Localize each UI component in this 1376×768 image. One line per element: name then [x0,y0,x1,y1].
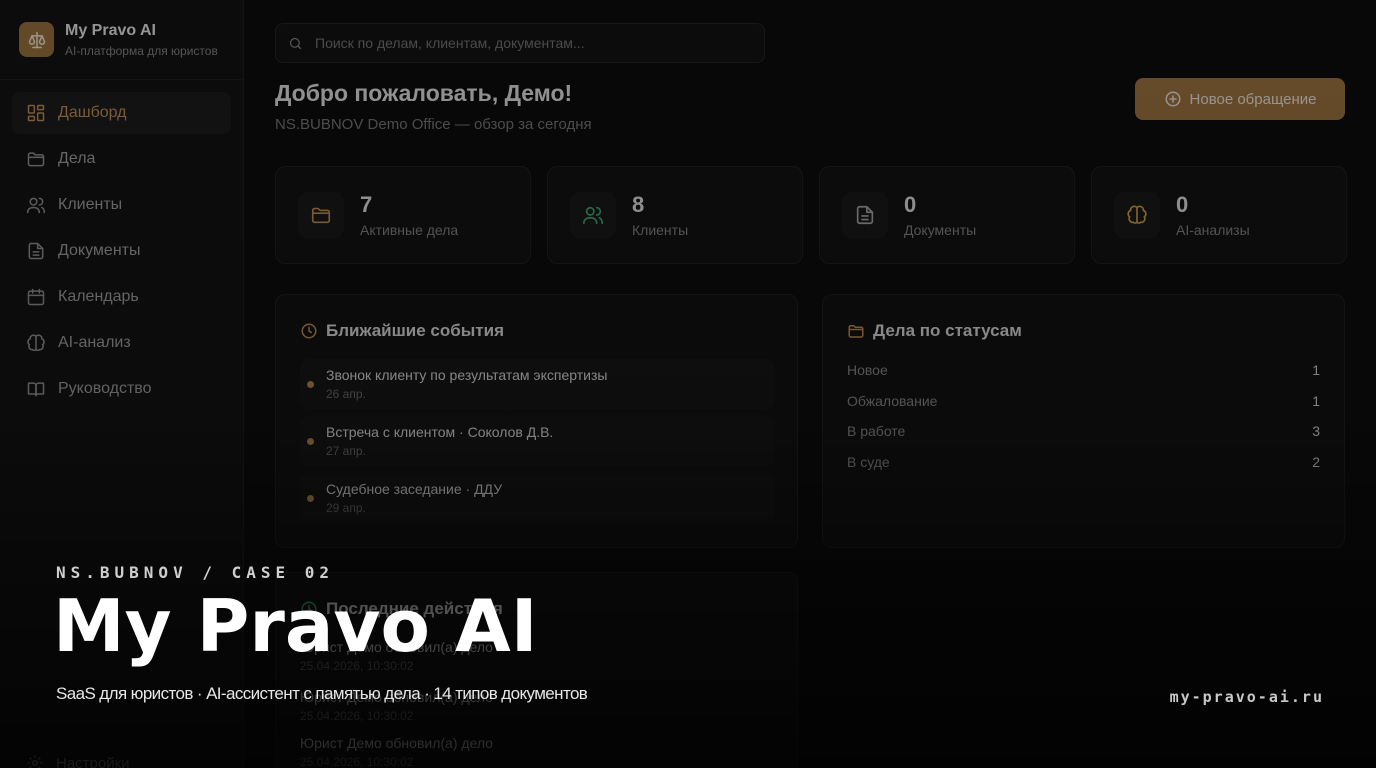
document-icon [28,242,44,260]
card-title: Дела по статусам [873,321,1022,340]
page-subtitle: NS.BUBNOV Demo Office — обзор за сегодня [275,116,592,133]
event-item[interactable]: Встреча с клиентом · Соколов Д.В. 27 апр… [300,416,774,466]
dashboard-icon [27,104,45,122]
search-icon [289,37,302,49]
stat-card-ai-analyses[interactable]: 0 AI-анализы [1091,166,1347,264]
calendar-icon [27,288,45,306]
settings-label: Настройки [56,754,130,768]
event-date: 26 апр. [326,387,366,401]
stat-label: AI-анализы [1176,222,1250,238]
brain-icon [1127,205,1147,224]
stat-label: Клиенты [632,222,689,238]
activity-title: Юрист Демо обновил(а) дело [300,689,493,705]
event-title: Судебное заседание · ДДУ [326,481,503,497]
search-bar[interactable] [275,23,765,63]
plus-circle-icon [1165,91,1181,107]
stat-card-documents[interactable]: 0 Документы [819,166,1075,264]
search-input[interactable] [315,35,755,51]
status-row[interactable]: В работе 3 [847,423,1320,439]
stat-value: 8 [632,192,645,217]
sidebar-item-label: Календарь [58,288,139,305]
new-request-button[interactable]: Новое обращение [1135,78,1345,120]
sidebar-nav: Дашборд Дела Клиенты Документы Календарь… [0,80,243,410]
page-title: Добро пожаловать, Демо! [275,80,573,106]
sidebar-item-label: AI-анализ [58,334,131,351]
event-title: Встреча с клиентом · Соколов Д.В. [326,424,554,440]
card-title: Последние действия [326,599,503,618]
folder-icon [27,152,45,167]
brand[interactable]: My Pravo AI AI-платформа для юристов [0,0,243,80]
sidebar-item-guide[interactable]: Руководство [12,368,231,410]
stat-label: Документы [904,222,977,238]
sidebar-item-label: Дашборд [58,104,127,121]
recent-activity-card: Последние действия Юрист Демо обновил(а)… [275,572,798,768]
status-count: 2 [1312,454,1320,470]
activity-date: 25.04.2026, 10:30:02 [300,659,414,673]
status-name: В суде [847,454,890,470]
stat-value: 7 [360,192,373,217]
status-name: В работе [847,423,906,439]
stats-row: 7 Активные дела 8 Клиенты 0 Документы 0 … [275,166,1347,264]
brain-icon [27,334,45,352]
activity-title: Юрист Демо обновил(а) дело [300,639,493,655]
sidebar-item-calendar[interactable]: Календарь [12,276,231,318]
status-count: 1 [1312,362,1320,378]
stat-value: 0 [1176,192,1189,217]
users-icon [583,206,603,225]
main-content: Добро пожаловать, Демо! NS.BUBNOV Demo O… [244,0,1376,768]
activity-item[interactable]: Юрист Демо обновил(а) дело 25.04.2026, 1… [300,735,493,768]
activity-item[interactable]: Юрист Демо обновил(а) дело 25.04.2026, 1… [300,639,493,673]
sidebar-item-label: Дела [58,150,96,167]
sidebar-item-cases[interactable]: Дела [12,138,231,180]
activity-date: 25.04.2026, 10:30:02 [300,709,414,723]
sidebar-item-label: Документы [58,242,141,259]
document-icon [856,205,874,225]
event-dot [307,381,314,388]
brand-name: My Pravo AI [65,21,156,39]
event-date: 27 апр. [326,444,366,458]
sidebar-item-dashboard[interactable]: Дашборд [12,92,231,134]
sidebar-item-label: Руководство [58,380,152,397]
stat-value: 0 [904,192,917,217]
book-icon [27,382,45,397]
upcoming-events-card: Ближайшие события Звонок клиенту по резу… [275,294,798,548]
event-dot [307,495,314,502]
status-count: 3 [1312,423,1320,439]
users-icon [26,197,46,214]
sidebar-item-label: Клиенты [58,196,123,213]
status-row[interactable]: В суде 2 [847,454,1320,470]
brand-subtitle: AI-платформа для юристов [65,43,218,58]
folder-icon [311,207,331,224]
sidebar: My Pravo AI AI-платформа для юристов Даш… [0,0,244,768]
status-name: Обжалование [847,393,938,409]
status-name: Новое [847,362,888,378]
event-item[interactable]: Судебное заседание · ДДУ 29 апр. [300,473,774,523]
event-date: 29 апр. [326,501,366,515]
stat-card-clients[interactable]: 8 Клиенты [547,166,803,264]
status-row[interactable]: Обжалование 1 [847,393,1320,409]
clock-icon [301,601,317,617]
sidebar-item-clients[interactable]: Клиенты [12,184,231,226]
case-status-card: Дела по статусам Новое 1 Обжалование 1 В… [822,294,1345,548]
gear-icon [27,755,43,768]
folder-icon [848,325,864,338]
sidebar-item-ai-analysis[interactable]: AI-анализ [12,322,231,364]
activity-date: 25.04.2026, 10:30:02 [300,755,414,768]
activity-title: Юрист Демо обновил(а) дело [300,735,493,751]
event-dot [307,438,314,445]
new-request-label: Новое обращение [1189,90,1317,108]
status-count: 1 [1312,393,1320,409]
stat-label: Активные дела [360,222,459,238]
activity-item[interactable]: Юрист Демо обновил(а) дело 25.04.2026, 1… [300,689,493,723]
card-title: Ближайшие события [326,321,504,340]
sidebar-item-settings[interactable]: Настройки [26,754,130,768]
status-row[interactable]: Новое 1 [847,362,1320,378]
event-title: Звонок клиенту по результатам экспертизы [326,367,608,383]
stat-card-active-cases[interactable]: 7 Активные дела [275,166,531,264]
event-item[interactable]: Звонок клиенту по результатам экспертизы… [300,359,774,409]
scales-icon [19,22,54,57]
sidebar-item-documents[interactable]: Документы [12,230,231,272]
clock-icon [301,323,317,339]
